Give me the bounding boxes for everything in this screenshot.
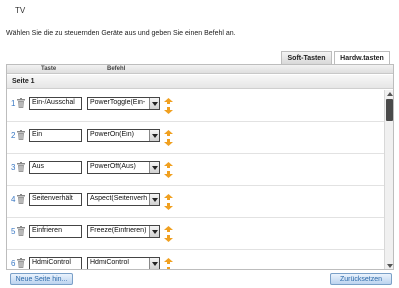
command-value: PowerToggle(Ein- (90, 99, 146, 106)
chevron-down-icon[interactable] (149, 162, 159, 173)
command-select[interactable]: PowerToggle(Ein- (87, 97, 160, 110)
key-label-input[interactable]: Ein-/Ausschal (29, 97, 82, 110)
row-number: 4 (11, 195, 16, 204)
trash-icon[interactable] (17, 98, 25, 108)
move-up-arrow-icon[interactable] (164, 98, 173, 104)
app-title: TV (15, 6, 26, 15)
chevron-down-icon[interactable] (149, 258, 159, 269)
row-number: 3 (11, 163, 16, 172)
key-label-input[interactable]: Seitenverhält (29, 193, 82, 206)
command-value: PowerOn(Ein) (90, 131, 134, 138)
row-number: 2 (11, 131, 16, 140)
column-key-header: Taste (41, 66, 57, 72)
page-header: Seite 1 (7, 75, 393, 89)
reorder-arrows (164, 226, 173, 242)
vertical-scrollbar[interactable] (384, 90, 393, 269)
row-number: 6 (11, 259, 16, 268)
chevron-down-icon[interactable] (149, 226, 159, 237)
trash-icon[interactable] (17, 130, 25, 140)
move-down-arrow-icon[interactable] (164, 203, 173, 210)
move-down-arrow-icon[interactable] (164, 235, 173, 242)
tab-bar: Soft-Tasten Hardw.tasten (281, 51, 392, 64)
move-down-arrow-icon[interactable] (164, 171, 173, 178)
chevron-down-icon[interactable] (149, 194, 159, 205)
table-row: 4 Seitenverhält Aspect(Seitenverh (7, 186, 384, 218)
key-rows: 1 Ein-/Ausschal PowerToggle(Ein- 2 Ein PowerO… (7, 90, 384, 270)
row-number: 1 (11, 99, 16, 108)
chevron-down-icon[interactable] (149, 98, 159, 109)
command-value: PowerOff(Aus) (90, 163, 136, 170)
tab-hardware-keys[interactable]: Hardw.tasten (334, 51, 390, 64)
table-row: 2 Ein PowerOn(Ein) (7, 122, 384, 154)
scroll-down-arrow-icon[interactable] (385, 262, 393, 269)
command-value: Aspect(Seitenverh (90, 195, 148, 202)
reorder-arrows (164, 130, 173, 146)
command-select[interactable]: Freeze(Einfrieren) (87, 225, 160, 238)
new-page-button[interactable]: Neue Seite hin... (10, 273, 73, 285)
reorder-arrows (164, 258, 173, 270)
move-up-arrow-icon[interactable] (164, 194, 173, 200)
move-down-arrow-icon[interactable] (164, 107, 173, 114)
page-label: Seite 1 (12, 78, 35, 85)
move-up-arrow-icon[interactable] (164, 130, 173, 136)
reorder-arrows (164, 98, 173, 114)
command-value: HdmiControl (90, 259, 129, 266)
reorder-arrows (164, 162, 173, 178)
command-select[interactable]: PowerOff(Aus) (87, 161, 160, 174)
tab-soft-keys[interactable]: Soft-Tasten (281, 51, 332, 64)
key-label-input[interactable]: Aus (29, 161, 82, 174)
column-command-header: Befehl (107, 66, 126, 72)
scroll-thumb[interactable] (386, 99, 393, 121)
key-label-input[interactable]: Einfrieren (29, 225, 82, 238)
table-row: 3 Aus PowerOff(Aus) (7, 154, 384, 186)
reset-button[interactable]: Zurücksetzen (330, 273, 392, 285)
chevron-down-icon[interactable] (149, 130, 159, 141)
trash-icon[interactable] (17, 162, 25, 172)
row-number: 5 (11, 227, 16, 236)
command-select[interactable]: HdmiControl (87, 257, 160, 269)
move-up-arrow-icon[interactable] (164, 162, 173, 168)
key-label-input[interactable]: Ein (29, 129, 82, 142)
scroll-up-arrow-icon[interactable] (385, 90, 393, 98)
table-row: 6 HdmiControl HdmiControl (7, 250, 384, 270)
key-label-input[interactable]: HdmiControl (29, 257, 82, 269)
trash-icon[interactable] (17, 194, 25, 204)
column-header: Taste Befehl (7, 65, 393, 74)
keys-panel: Taste Befehl Seite 1 1 Ein-/Ausschal Power… (6, 64, 394, 270)
command-select[interactable]: PowerOn(Ein) (87, 129, 160, 142)
table-row: 1 Ein-/Ausschal PowerToggle(Ein- (7, 90, 384, 122)
move-down-arrow-icon[interactable] (164, 139, 173, 146)
reorder-arrows (164, 194, 173, 210)
table-row: 5 Einfrieren Freeze(Einfrieren) (7, 218, 384, 250)
move-down-arrow-icon[interactable] (164, 267, 173, 270)
move-up-arrow-icon[interactable] (164, 226, 173, 232)
command-select[interactable]: Aspect(Seitenverh (87, 193, 160, 206)
trash-icon[interactable] (17, 226, 25, 236)
instruction-text: Wählen Sie die zu steuernden Geräte aus … (6, 30, 236, 37)
trash-icon[interactable] (17, 258, 25, 268)
command-value: Freeze(Einfrieren) (90, 227, 147, 234)
move-up-arrow-icon[interactable] (164, 258, 173, 264)
